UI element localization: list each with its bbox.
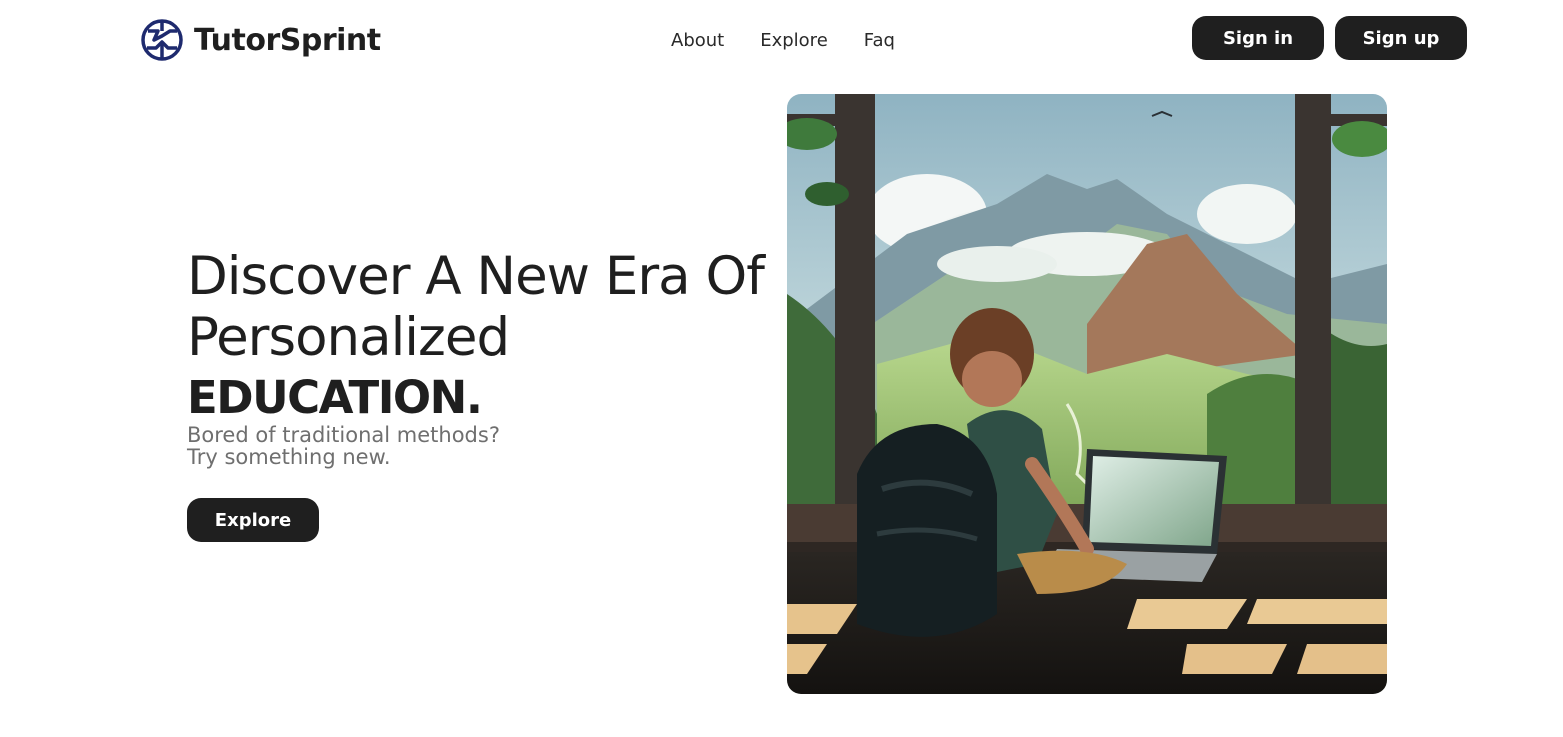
boy-with-laptop-overlooking-mountains-illustration [787,94,1387,694]
auth-buttons: Sign in Sign up [1192,16,1467,60]
nav-link-faq[interactable]: Faq [864,30,895,51]
hero-image [787,94,1387,694]
main-nav: About Explore Faq [671,30,895,51]
brand-name: TutorSprint [194,22,381,58]
nav-link-about[interactable]: About [671,30,724,51]
sign-up-button[interactable]: Sign up [1335,16,1467,60]
sign-in-button[interactable]: Sign in [1192,16,1324,60]
hero-headline-emphasis: EDUCATION. [187,371,483,424]
landing-page: TutorSprint About Explore Faq Sign in Si… [0,0,1563,737]
hero-text: Discover A New Era Of Personalized EDUCA… [187,246,765,470]
nav-link-explore[interactable]: Explore [760,30,828,51]
tutorsprint-logo-icon [141,19,183,61]
hero-headline-line-1: Discover A New Era Of [187,246,765,307]
explore-button[interactable]: Explore [187,498,319,542]
brand[interactable]: TutorSprint [140,18,381,62]
hero-headline-line-2: Personalized [187,307,510,368]
